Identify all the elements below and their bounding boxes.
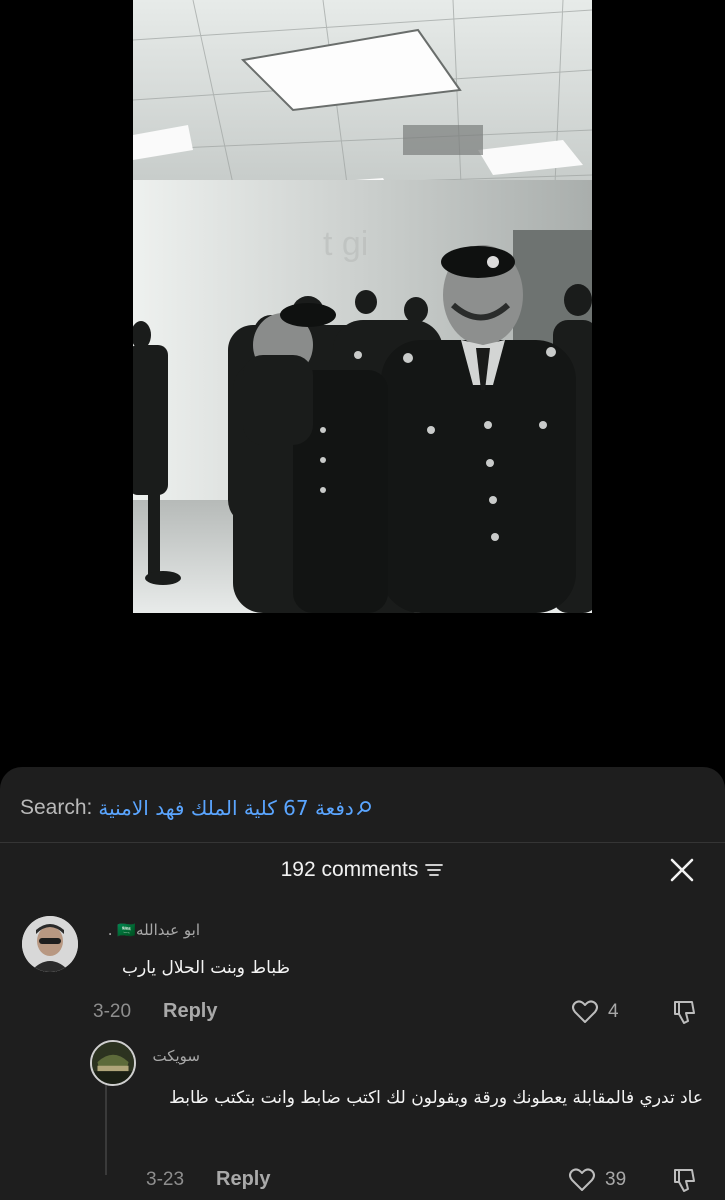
heart-icon[interactable] bbox=[568, 1167, 596, 1193]
comment-username[interactable]: ابو عبدالله🇸🇦 . bbox=[108, 921, 200, 939]
search-icon bbox=[356, 801, 371, 815]
comments-count: 192 comments bbox=[280, 858, 419, 881]
related-search-row[interactable]: Search: دفعة 67 كلية الملك فهد الامنية bbox=[20, 793, 372, 823]
close-icon[interactable] bbox=[667, 855, 697, 885]
avatar-image bbox=[92, 1042, 134, 1084]
dislike-icon[interactable] bbox=[670, 1167, 698, 1193]
like-count: 4 bbox=[608, 1001, 619, 1022]
like-count: 39 bbox=[605, 1169, 627, 1190]
avatar[interactable] bbox=[90, 1040, 136, 1086]
search-query-link[interactable]: دفعة 67 كلية الملك فهد الامنية bbox=[98, 796, 353, 820]
avatar-image bbox=[22, 916, 78, 972]
comments-panel: Search: دفعة 67 كلية الملك فهد الامنية 1… bbox=[0, 767, 725, 1200]
comment-date: 3-20 bbox=[93, 1001, 132, 1022]
divider bbox=[0, 842, 725, 843]
heart-icon[interactable] bbox=[571, 999, 599, 1025]
reply-button[interactable]: Reply bbox=[216, 1168, 270, 1191]
reply-username[interactable]: سويكت bbox=[152, 1047, 200, 1065]
sort-icon[interactable] bbox=[424, 862, 444, 878]
avatar[interactable] bbox=[22, 916, 78, 972]
video-frame-image: t gi bbox=[133, 0, 592, 613]
svg-text:t gi: t gi bbox=[323, 225, 368, 263]
comments-header: 192 comments bbox=[0, 855, 725, 885]
dislike-icon[interactable] bbox=[670, 999, 698, 1025]
search-prefix-label: Search: bbox=[20, 796, 93, 819]
reply-date: 3-23 bbox=[146, 1169, 185, 1190]
comment-text: ظباط وبنت الحلال يارب bbox=[121, 958, 290, 978]
video-player[interactable]: t gi bbox=[133, 0, 592, 613]
reply-button[interactable]: Reply bbox=[163, 1000, 217, 1023]
reply-text: عاد تدري فالمقابلة يعطونك ورقة ويقولون ل… bbox=[169, 1088, 703, 1108]
